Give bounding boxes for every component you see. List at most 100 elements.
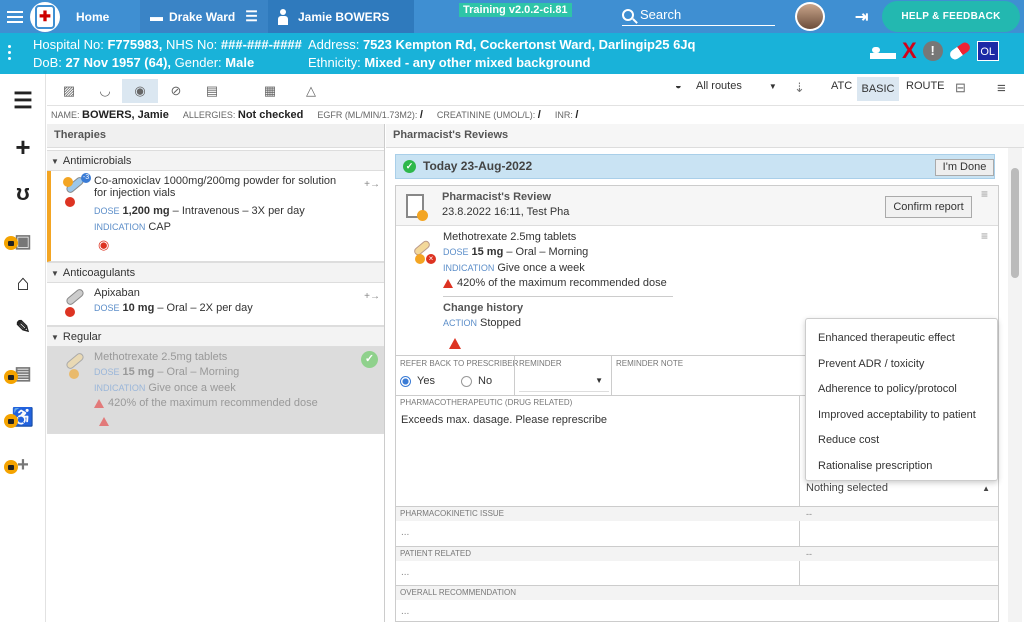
dob-label: DoB: [33, 55, 62, 70]
option-reduce-cost[interactable]: Reduce cost [806, 428, 997, 454]
dose-label: DOSE [94, 303, 120, 313]
option-improved-acceptability[interactable]: Improved acceptability to patient [806, 403, 997, 429]
reorder-icon[interactable]: +→ [364, 179, 380, 190]
breadcrumb-ward[interactable]: ▬ Drake Ward ☰ [140, 0, 268, 33]
calculator-icon[interactable]: ▦ [252, 79, 288, 103]
bed-icon[interactable] [870, 43, 896, 59]
logout-icon[interactable]: ⇥ [855, 7, 875, 26]
review-dose: DOSE 15 mg – Oral – Morning [443, 246, 588, 258]
toolbar: ▨ ◡ ◉ ⊘ ▤ ▦ △ ◒ All routes ▼ ⇣ ATC BASIC… [47, 74, 1024, 106]
hospital-logo-icon[interactable]: ✚ [30, 1, 60, 32]
indication-label: INDICATION [443, 263, 495, 273]
training-badge: Training v2.0.2-ci.81 [459, 3, 572, 17]
home-icon[interactable]: ⌂ [10, 270, 36, 296]
breadcrumb-ward-label: Drake Ward [169, 9, 236, 24]
group-anticoagulants[interactable]: ▼ Anticoagulants [47, 262, 384, 283]
x-icon[interactable]: X [902, 40, 917, 62]
route-button[interactable]: ROUTE [906, 80, 945, 92]
benefit-select[interactable]: Nothing selected ▲ [806, 482, 996, 502]
card-menu-icon[interactable]: ≡ [981, 188, 988, 200]
atc-button[interactable]: ATC [831, 80, 852, 92]
banner-line-2: DoB: 27 Nov 1957 (64), Gender: Male [33, 55, 254, 70]
refer-no-radio[interactable]: No [461, 375, 492, 387]
radio-off [461, 375, 472, 387]
list-icon[interactable]: ☰ [10, 88, 36, 114]
therapy-dose: DOSE 15 mg – Oral – Morning [94, 366, 239, 378]
breadcrumb-home[interactable]: Home [60, 0, 140, 33]
reorder-icon[interactable]: +→ [364, 291, 380, 302]
pill-bottle-icon[interactable]: ⊟ [955, 80, 966, 96]
hand-pill-icon[interactable]: ◡ [87, 79, 123, 103]
egfr-value: / [419, 109, 423, 121]
plus-icon[interactable]: + [10, 134, 36, 160]
search-field[interactable]: Search [622, 4, 775, 26]
group-name: Anticoagulants [62, 267, 136, 279]
review-dot [415, 254, 425, 264]
capsule-icon[interactable]: ⊘ [158, 79, 194, 103]
banner-line-1: Hospital No: F775983, NHS No: ###-###-##… [33, 37, 302, 52]
hamburger-icon[interactable] [0, 0, 30, 33]
menu-icon[interactable]: ≡ [997, 80, 1006, 97]
therapy-item-apixaban[interactable]: Apixaban DOSE 10 mg – Oral – 2X per day +… [47, 283, 384, 326]
change-history-label: Change history [443, 302, 524, 314]
pill-icon[interactable] [947, 40, 972, 62]
chart-icon[interactable]: ▨ [51, 79, 87, 103]
stethoscope-icon[interactable]: ʊ [10, 180, 36, 206]
im-done-button[interactable]: I'm Done [935, 159, 994, 176]
group-antimicrobials[interactable]: ▼ Antimicrobials [47, 150, 384, 171]
pharmacotherapeutic-text[interactable]: Exceeds max. dasage. Please represcribe [401, 414, 607, 426]
option-adherence-policy[interactable]: Adherence to policy/protocol [806, 377, 997, 403]
ethnicity-label: Ethnicity: [308, 55, 361, 70]
overall-recommendation-input[interactable]: ... [401, 606, 409, 617]
search-icon [622, 8, 634, 21]
basic-button[interactable]: BASIC [857, 77, 899, 101]
help-feedback-button[interactable]: HELP & FEEDBACK [882, 1, 1020, 32]
allergies-label: ALLERGIES: [182, 110, 236, 120]
drug-menu-icon[interactable]: ≡ [981, 230, 988, 242]
refer-yes-radio[interactable]: Yes [400, 375, 435, 387]
more-options-icon[interactable] [8, 45, 12, 61]
option-prevent-adr[interactable]: Prevent ADR / toxicity [806, 352, 997, 378]
ethnicity: Mixed - any other mixed background [364, 55, 591, 70]
routes-dropdown[interactable]: All routes ▼ [696, 80, 777, 92]
reminder-select[interactable]: ▼ [519, 370, 609, 392]
patient-related-input[interactable]: ... [401, 567, 409, 578]
eye-icon[interactable]: ◉ [122, 79, 158, 103]
edit-icon[interactable]: ✎ [10, 314, 36, 340]
group-regular[interactable]: ▼ Regular [47, 326, 384, 347]
divider [443, 296, 673, 297]
reviews-scrollbar[interactable] [1008, 148, 1022, 622]
confirm-report-button[interactable]: Confirm report [885, 196, 972, 218]
breadcrumb-patient[interactable]: Jamie BOWERS [268, 0, 414, 33]
dose-value: 1,200 mg [122, 205, 170, 217]
option-enhanced-therapeutic-effect[interactable]: Enhanced therapeutic effect [806, 326, 997, 352]
dose-label: DOSE [443, 247, 469, 257]
therapy-item-coamoxiclav[interactable]: -3 Co-amoxiclav 1000mg/200mg powder for … [47, 171, 384, 262]
therapy-item-methotrexate[interactable]: Methotrexate 2.5mg tablets DOSE 15 mg – O… [47, 347, 384, 434]
creatinine-field: CREATININE (UMOL/L): / [437, 109, 541, 121]
patient-related-dash: -- [806, 549, 812, 559]
document-icon[interactable]: ▤ [194, 79, 230, 103]
divider [799, 395, 800, 595]
signal-icon: ◉ [98, 237, 110, 252]
patient-related-label: PATIENT RELATED [400, 549, 471, 558]
nothing-selected-label: Nothing selected [806, 482, 888, 494]
scrollbar-thumb[interactable] [1011, 168, 1019, 278]
dose-label: DOSE [94, 367, 120, 377]
benefit-dropdown-menu: Enhanced therapeutic effect Prevent ADR … [805, 318, 998, 481]
address-label: Address: [308, 37, 360, 52]
review-card-subtitle: 23.8.2022 16:11, Test Pha [442, 206, 570, 218]
ward-menu-icon[interactable]: ☰ [245, 8, 258, 25]
pharmacokinetic-input[interactable]: ... [401, 527, 409, 538]
user-avatar[interactable] [795, 2, 825, 31]
ol-badge[interactable]: OL [976, 41, 999, 61]
therapy-dose: DOSE 10 mg – Oral – 2X per day [94, 302, 253, 314]
no-label: No [478, 375, 493, 387]
inr-field: INR: / [555, 109, 579, 121]
sort-icon[interactable]: ⇣ [794, 80, 805, 96]
alert-icon[interactable]: ! [922, 41, 943, 61]
warning-text: 420% of the maximum recommended dose [457, 277, 667, 289]
option-rationalise-prescription[interactable]: Rationalise prescription [806, 454, 997, 480]
lock-icon [4, 414, 18, 428]
warning-icon[interactable]: △ [293, 79, 329, 103]
